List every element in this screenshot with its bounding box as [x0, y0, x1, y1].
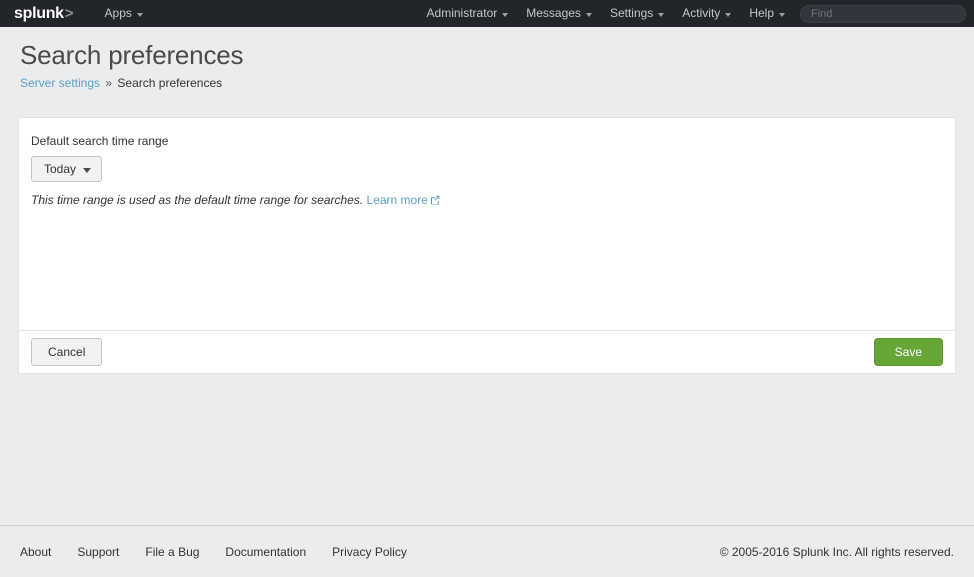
time-range-dropdown-value: Today — [44, 161, 77, 176]
nav-item-apps[interactable]: Apps — [96, 0, 152, 27]
nav-item-help[interactable]: Help — [740, 0, 794, 27]
find-search-input[interactable] — [800, 4, 966, 23]
nav-item-administrator-label: Administrator — [426, 6, 498, 20]
time-range-help-text: This time range is used as the default t… — [31, 193, 943, 208]
chevron-down-icon — [585, 12, 592, 17]
breadcrumb-separator: » — [105, 75, 113, 90]
nav-item-apps-label: Apps — [104, 6, 132, 20]
nav-item-help-label: Help — [749, 6, 774, 20]
nav-item-settings[interactable]: Settings — [601, 0, 673, 27]
footer-link-documentation[interactable]: Documentation — [225, 545, 306, 559]
nav-item-administrator[interactable]: Administrator — [418, 0, 518, 27]
page-title: Search preferences — [20, 40, 244, 70]
breadcrumb-link-server-settings[interactable]: Server settings — [20, 76, 100, 90]
footer-links: About Support File a Bug Documentation P… — [20, 545, 407, 559]
splunk-logo[interactable]: splunk > — [14, 4, 74, 22]
breadcrumb-current: Search preferences — [117, 75, 223, 90]
chevron-down-icon — [136, 12, 143, 17]
footer-link-about[interactable]: About — [20, 545, 51, 559]
top-navigation-bar: splunk > Apps Administrator Messages Set… — [0, 0, 974, 27]
default-search-time-range-label: Default search time range — [31, 133, 169, 148]
learn-more-link[interactable]: Learn more — [367, 193, 440, 207]
nav-item-activity-label: Activity — [682, 6, 721, 20]
search-preferences-panel: Default search time range Today This tim… — [18, 116, 956, 374]
footer-link-file-a-bug[interactable]: File a Bug — [145, 545, 199, 559]
chevron-down-icon — [658, 12, 665, 17]
panel-footer: Cancel Save — [19, 330, 955, 373]
copyright-text: © 2005-2016 Splunk Inc. All rights reser… — [719, 544, 954, 559]
save-button[interactable]: Save — [873, 337, 943, 366]
page-footer: About Support File a Bug Documentation P… — [0, 525, 974, 577]
chevron-down-icon — [725, 12, 732, 17]
cancel-button[interactable]: Cancel — [31, 337, 103, 366]
page-header: Search preferences Server settings » Sea… — [0, 27, 974, 90]
breadcrumb: Server settings » Search preferences — [20, 76, 974, 90]
panel-body: Default search time range Today This tim… — [19, 118, 955, 331]
content-area: Default search time range Today This tim… — [0, 90, 974, 374]
nav-item-messages[interactable]: Messages — [517, 0, 601, 27]
splunk-logo-text: splunk — [14, 4, 64, 22]
help-text-body: This time range is used as the default t… — [31, 193, 364, 208]
learn-more-label: Learn more — [366, 193, 428, 208]
time-range-dropdown[interactable]: Today — [31, 155, 103, 183]
chevron-down-icon — [502, 12, 509, 17]
footer-link-support[interactable]: Support — [77, 545, 119, 559]
external-link-icon — [430, 194, 440, 208]
splunk-logo-chevron-icon: > — [64, 4, 74, 22]
nav-item-messages-label: Messages — [526, 6, 581, 20]
nav-right-group: Administrator Messages Settings Activity… — [418, 0, 966, 27]
nav-item-settings-label: Settings — [609, 6, 654, 20]
chevron-down-icon — [83, 167, 92, 173]
nav-item-activity[interactable]: Activity — [673, 0, 740, 27]
chevron-down-icon — [779, 12, 785, 17]
footer-link-privacy-policy[interactable]: Privacy Policy — [332, 545, 407, 559]
